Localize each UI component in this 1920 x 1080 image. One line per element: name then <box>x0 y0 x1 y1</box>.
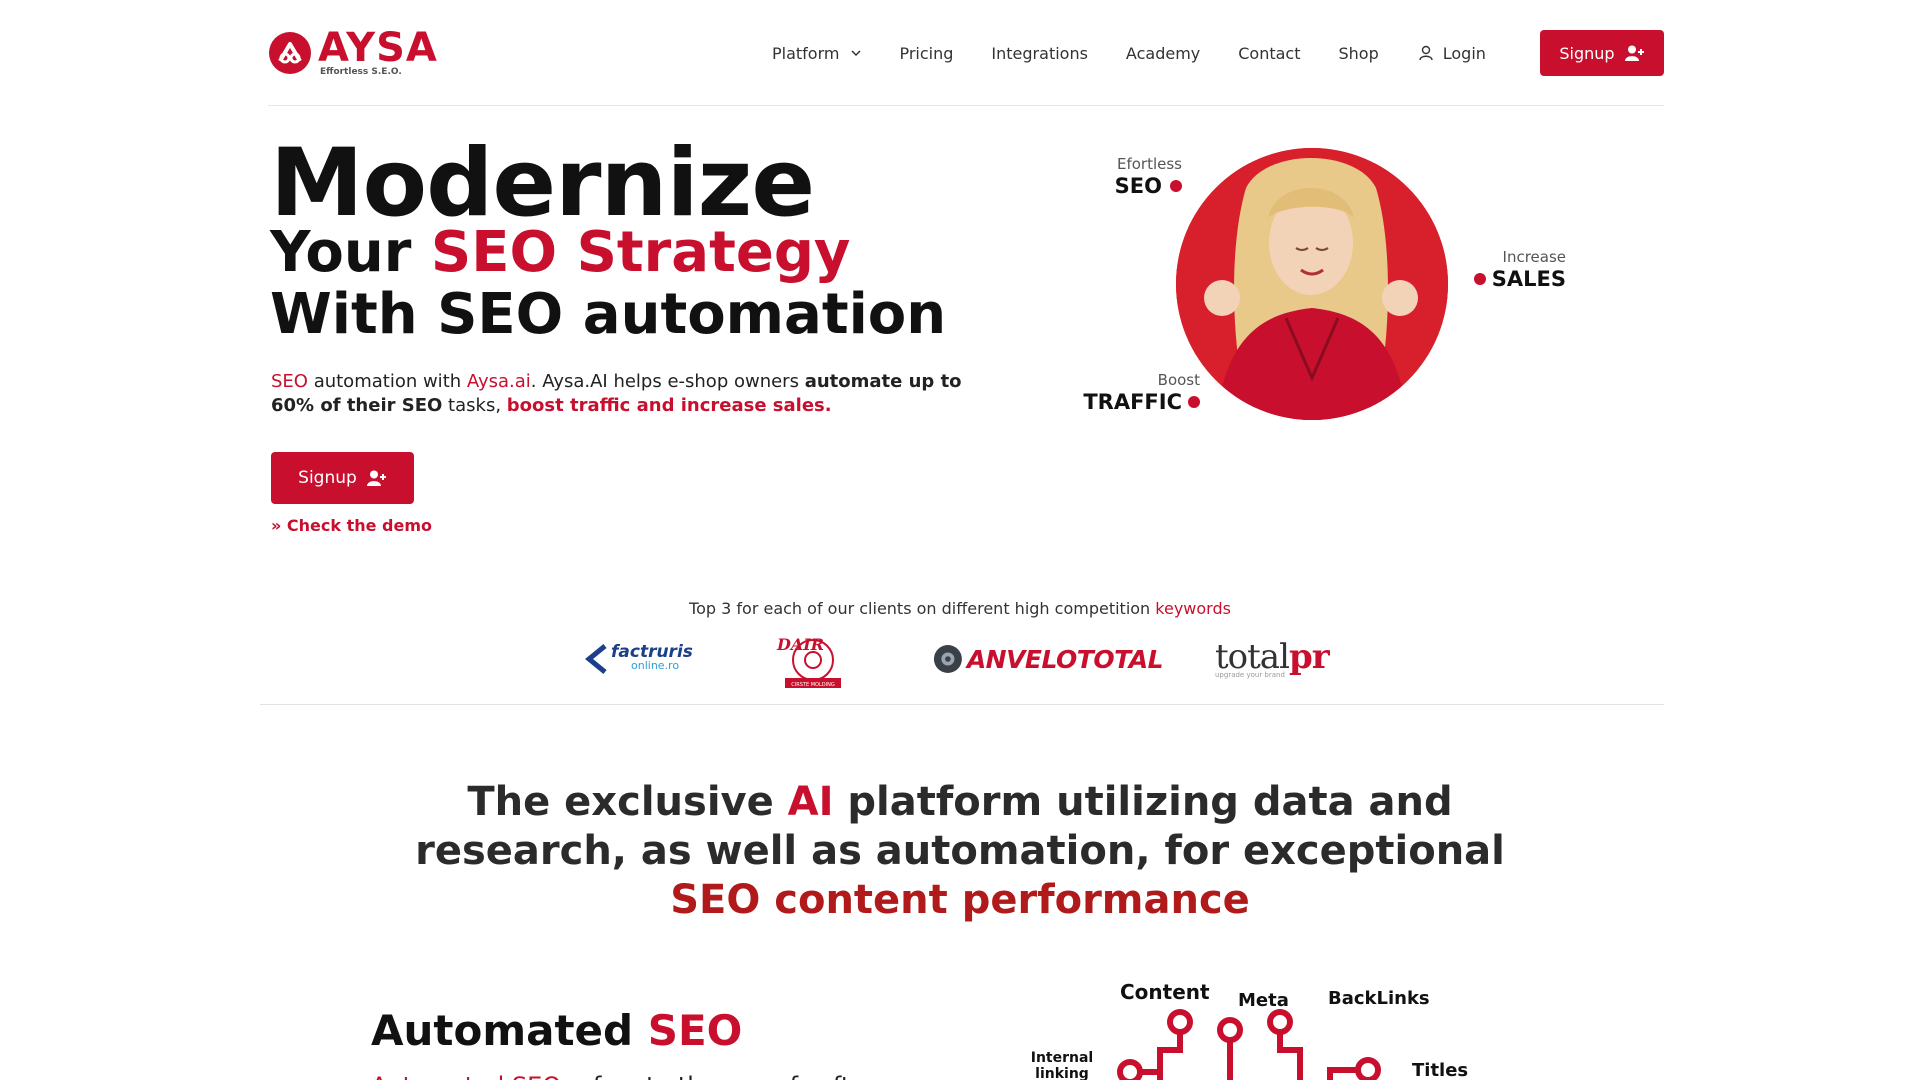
hero-line2-prefix: Your <box>270 220 431 285</box>
nav-integrations[interactable]: Integrations <box>991 44 1088 63</box>
desc-accent-bold: boost traffic and increase sales. <box>506 395 832 416</box>
platform-heading-sub: SEO content performance <box>670 877 1250 923</box>
keywords-link[interactable]: keywords <box>1155 599 1231 618</box>
site-header: AYSA Effortless S.E.O. Platform Pricing … <box>268 0 1664 106</box>
label-sales-big: SALES <box>1466 266 1566 292</box>
desc-aysa-link[interactable]: Aysa.ai <box>467 371 531 392</box>
label-sales-text: SALES <box>1491 267 1566 291</box>
section-divider <box>260 704 1664 705</box>
hero-subtitle-line-2: With SEO automation <box>270 282 947 347</box>
label-seo-small: Efortless <box>1116 155 1182 173</box>
client-logos: factruris online.ro DAIR CIRSTE MOLDING … <box>585 628 1345 690</box>
dot-icon <box>1188 396 1200 408</box>
main-nav: Platform Pricing Integrations Academy Co… <box>772 40 1524 66</box>
anvelototal-logo-text: ANVELOTOTAL <box>966 644 1164 674</box>
label-traffic-big: TRAFFIC <box>1060 389 1200 415</box>
clients-caption: Top 3 for each of our clients on differe… <box>0 599 1920 618</box>
hero-photo <box>1176 148 1448 420</box>
totalpr-logo-tagline: upgrade your brand <box>1215 671 1285 679</box>
hero-subtitle-line-1: Your SEO Strategy <box>270 222 850 284</box>
nav-contact[interactable]: Contact <box>1238 44 1300 63</box>
dot-icon <box>1473 273 1486 285</box>
automated-seo-text: Automated SEO refers to the use of soft <box>371 1072 850 1080</box>
client-logo-dair: DAIR CIRSTE MOLDING <box>768 628 848 690</box>
heading-ai: AI <box>787 779 834 825</box>
totalpr-logo-text: totalpr <box>1215 637 1330 677</box>
desc-text-2: . Aysa.AI helps e-shop owners <box>530 371 805 392</box>
dot-icon <box>1170 180 1182 192</box>
nav-login[interactable]: Login <box>1417 44 1486 63</box>
nav-academy[interactable]: Academy <box>1126 44 1200 63</box>
circuit-icon <box>1117 1009 1381 1080</box>
user-icon <box>1419 45 1433 61</box>
hero-signup-button[interactable]: Signup <box>271 452 414 504</box>
nav-pricing[interactable]: Pricing <box>899 44 953 63</box>
label-traffic-text: TRAFFIC <box>1083 390 1182 414</box>
factruris-logo-icon <box>585 644 607 674</box>
heading-text-1: The exclusive <box>467 779 788 825</box>
header-signup-label: Signup <box>1559 43 1615 63</box>
add-user-icon <box>1624 45 1644 61</box>
client-logo-anvelototal: ANVELOTOTAL <box>933 628 1164 690</box>
add-user-icon <box>366 470 386 486</box>
hero-line2-accent: SEO Strategy <box>430 220 851 285</box>
label-boost-traffic: Boost TRAFFIC <box>1060 371 1200 415</box>
desc-seo: SEO <box>271 371 308 392</box>
client-logo-factruris: factruris online.ro <box>585 628 705 690</box>
nav-login-label: Login <box>1442 43 1486 63</box>
dair-logo-icon: DAIR CIRSTE MOLDING <box>776 635 841 688</box>
label-increase-sales: Increase SALES <box>1466 248 1566 292</box>
platform-heading-line-1: The exclusive AI platform utilizing data… <box>400 778 1520 876</box>
seo-circuit-diagram: Content Meta BackLinks Internal linking … <box>1030 976 1490 1080</box>
automated-title-accent: SEO <box>647 1006 743 1055</box>
logo-tagline: Effortless S.E.O. <box>320 67 402 77</box>
clients-caption-text: Top 3 for each of our clients on differe… <box>689 599 1156 618</box>
dair-logo-subtext: CIRSTE MOLDING <box>791 682 835 688</box>
aysa-logo-icon <box>269 32 311 74</box>
tire-icon <box>933 645 962 673</box>
desc-text-3: tasks, <box>442 395 507 416</box>
header-signup-button[interactable]: Signup <box>1540 30 1664 76</box>
check-demo-link[interactable]: » Check the demo <box>271 516 432 535</box>
hero-signup-label: Signup <box>298 468 357 488</box>
label-sales-small: Increase <box>1502 248 1566 266</box>
desc-text-1: automation with <box>307 371 467 392</box>
platform-heading: The exclusive AI platform utilizing data… <box>0 778 1920 925</box>
totalpr-logo-pr: pr <box>1288 637 1330 677</box>
automated-sub-rest: refers to the use of soft <box>561 1072 851 1080</box>
dair-logo-text: DAIR <box>776 635 824 654</box>
label-seo-big: SEO <box>1080 173 1182 199</box>
hero-description: SEO automation with Aysa.ai. Aysa.AI hel… <box>271 370 971 418</box>
automated-seo-title: Automated SEO <box>371 1006 742 1055</box>
client-logo-totalpr: totalpr upgrade your brand <box>1215 628 1345 690</box>
nav-shop[interactable]: Shop <box>1339 44 1379 63</box>
chevron-down-icon <box>851 50 862 57</box>
automated-sub-accent: Automated SEO <box>371 1072 561 1080</box>
woman-photo-illustration <box>1176 148 1448 420</box>
label-seo-text: SEO <box>1114 174 1162 198</box>
nav-platform[interactable]: Platform <box>772 43 862 63</box>
nav-platform-label: Platform <box>772 43 840 63</box>
site-logo[interactable]: AYSA Effortless S.E.O. <box>268 25 448 80</box>
automated-title-prefix: Automated <box>371 1006 648 1055</box>
logo-text: AYSA <box>318 25 438 71</box>
factruris-logo-text: factruris <box>611 642 693 662</box>
label-traffic-small: Boost <box>1157 371 1200 389</box>
label-effortless-seo: Efortless SEO <box>1080 155 1182 199</box>
